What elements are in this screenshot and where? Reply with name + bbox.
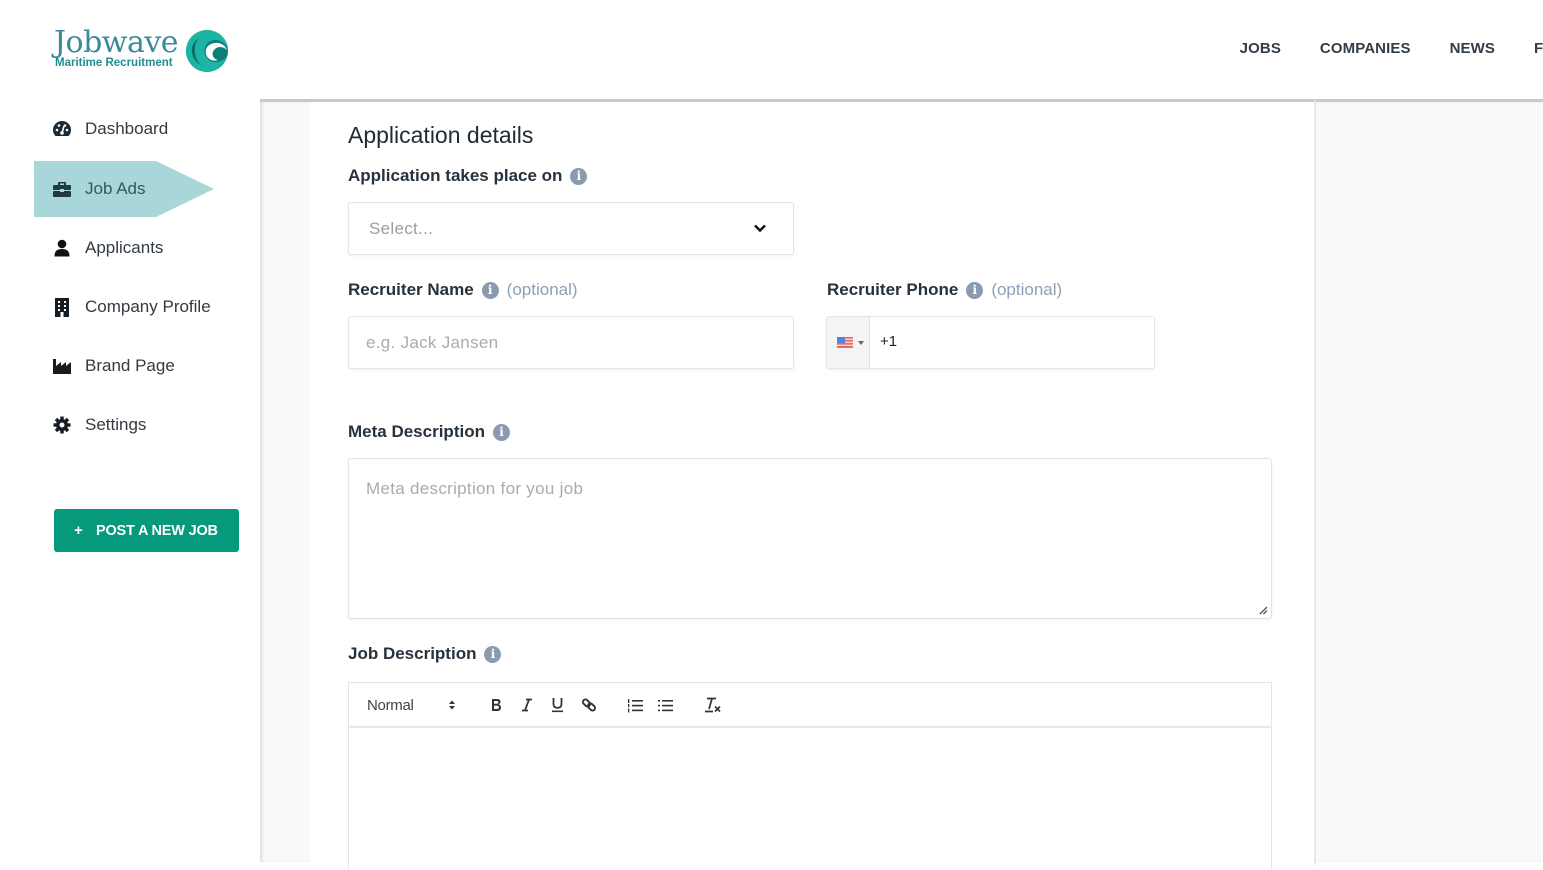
clear-format-icon[interactable] <box>703 694 723 716</box>
application-platform-label: Application takes place on i <box>348 166 588 186</box>
sidebar-item-label: Company Profile <box>85 297 211 316</box>
plus-icon: + <box>74 522 83 539</box>
meta-description-label: Meta Description i <box>348 422 510 442</box>
sidebar-item-label: Dashboard <box>85 119 169 138</box>
main-content: Application details Application takes pl… <box>260 99 1543 868</box>
textarea-placeholder: Meta description for you job <box>366 479 584 498</box>
info-icon[interactable]: i <box>492 423 510 441</box>
optional-hint: (optional) <box>991 280 1063 299</box>
recruiter-phone-input[interactable]: +1 <box>826 316 1155 369</box>
label-text: Recruiter Name <box>348 280 474 299</box>
logo[interactable]: Jobwave Maritime Recruitment <box>52 26 232 78</box>
recruiter-name-label: Recruiter Name i (optional) <box>348 280 578 300</box>
info-icon[interactable]: i <box>570 167 588 185</box>
label-text: Recruiter Phone <box>827 280 959 299</box>
label-text: Application takes place on <box>348 166 563 185</box>
nav-fo[interactable]: FO <box>1534 40 1543 57</box>
recruiter-name-input[interactable]: e.g. Jack Jansen <box>348 316 794 369</box>
input-placeholder: e.g. Jack Jansen <box>366 333 499 352</box>
briefcase-icon <box>52 179 72 199</box>
tachometer-icon <box>52 119 72 139</box>
chevron-down-icon <box>754 224 766 233</box>
post-new-job-button[interactable]: + POST A NEW JOB <box>54 509 239 552</box>
info-icon[interactable]: i <box>484 645 502 663</box>
sidebar-item-label: Settings <box>85 415 147 434</box>
meta-description-textarea[interactable]: Meta description for you job <box>348 458 1272 619</box>
sidebar: Dashboard Job Ads Applicants Company Pro… <box>0 99 260 870</box>
sidebar-item-company-profile[interactable]: Company Profile <box>34 279 214 335</box>
building-icon <box>52 297 72 317</box>
sidebar-item-dashboard[interactable]: Dashboard <box>34 101 214 157</box>
recruiter-phone-label: Recruiter Phone i (optional) <box>827 280 1062 300</box>
job-description-editor[interactable] <box>348 728 1272 868</box>
us-flag-icon <box>837 337 853 348</box>
section-title: Application details <box>348 122 534 148</box>
top-nav: JOBS COMPANIES NEWS FO <box>1240 40 1543 57</box>
select-placeholder: Select... <box>369 219 434 238</box>
nav-news[interactable]: NEWS <box>1450 40 1495 57</box>
sidebar-item-job-ads[interactable]: Job Ads <box>34 161 214 217</box>
nav-companies[interactable]: COMPANIES <box>1320 40 1411 57</box>
link-icon[interactable] <box>579 694 599 716</box>
nav-jobs[interactable]: JOBS <box>1240 40 1281 57</box>
sidebar-item-settings[interactable]: Settings <box>34 397 214 453</box>
job-description-label: Job Description i <box>348 644 502 664</box>
info-icon[interactable]: i <box>966 281 984 299</box>
bold-icon[interactable] <box>487 694 505 716</box>
editor-toolbar: Normal <box>348 682 1272 728</box>
info-icon[interactable]: i <box>481 281 499 299</box>
sidebar-item-label: Brand Page <box>85 356 175 375</box>
optional-hint: (optional) <box>506 280 578 299</box>
phone-value: +1 <box>880 333 898 350</box>
italic-icon[interactable] <box>518 694 536 716</box>
label-text: Job Description <box>348 644 477 663</box>
country-selector[interactable] <box>827 317 870 368</box>
ordered-list-icon[interactable] <box>625 694 645 716</box>
wave-logo-icon <box>186 29 228 72</box>
industry-icon <box>52 356 72 376</box>
caret-down-icon <box>858 341 864 345</box>
post-new-job-label: POST A NEW JOB <box>96 522 218 539</box>
label-text: Meta Description <box>348 422 485 441</box>
logo-tagline: Maritime Recruitment <box>55 57 173 69</box>
user-icon <box>52 238 72 258</box>
gear-icon <box>52 415 72 435</box>
format-select[interactable]: Normal <box>367 694 414 716</box>
application-platform-select[interactable]: Select... <box>348 202 794 255</box>
logo-wordmark: Jobwave <box>54 25 179 60</box>
format-select-arrows-icon[interactable] <box>445 694 459 716</box>
header: Jobwave Maritime Recruitment JOBS COMPAN… <box>0 0 1543 99</box>
sidebar-item-label: Applicants <box>85 238 164 257</box>
form-card: Application details Application takes pl… <box>310 99 1316 868</box>
sidebar-item-label: Job Ads <box>85 179 146 198</box>
sidebar-item-brand-page[interactable]: Brand Page <box>34 338 214 394</box>
sidebar-item-applicants[interactable]: Applicants <box>34 220 214 276</box>
bullet-list-icon[interactable] <box>655 694 675 716</box>
resize-handle-icon[interactable] <box>1258 605 1268 615</box>
underline-icon[interactable] <box>548 694 566 716</box>
